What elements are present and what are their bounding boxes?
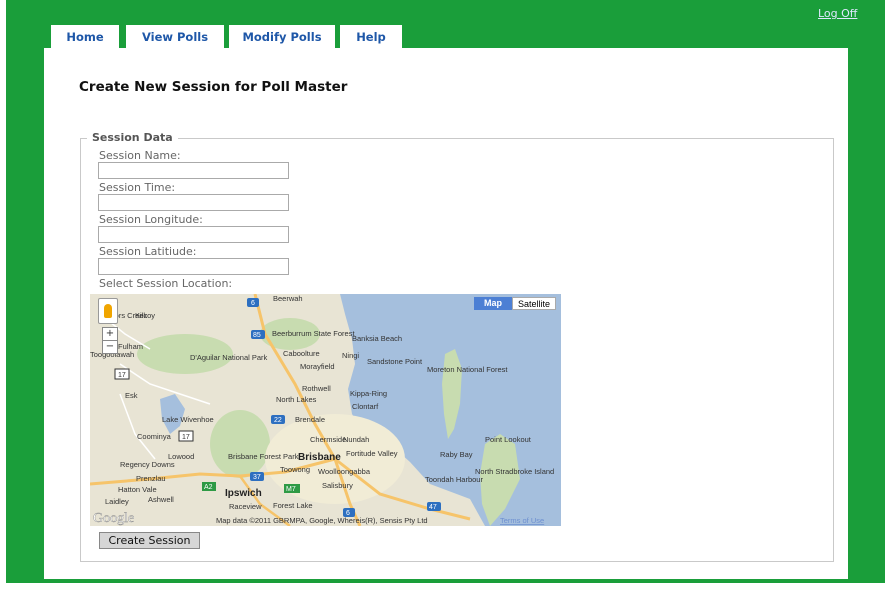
tab-view-polls[interactable]: View Polls bbox=[126, 25, 224, 48]
map-label: Laidley bbox=[105, 497, 129, 506]
route-shield-85: 85 bbox=[251, 330, 265, 339]
lake-wivenhoe bbox=[160, 394, 185, 434]
map-label: Ashwell bbox=[148, 495, 174, 504]
svg-text:22: 22 bbox=[274, 417, 282, 424]
brisbane-forest-park bbox=[210, 410, 270, 478]
map-label: Clontarf bbox=[352, 402, 379, 411]
map-label: Esk bbox=[125, 391, 138, 400]
map-label: Beerwah bbox=[273, 294, 303, 303]
map-label: North Lakes bbox=[276, 395, 317, 404]
logoff-link[interactable]: Log Off bbox=[818, 7, 857, 20]
map-label: Raceview bbox=[229, 502, 262, 511]
svg-text:M7: M7 bbox=[286, 486, 296, 493]
svg-text:17: 17 bbox=[182, 434, 190, 441]
map-attribution: Map data ©2011 GBRMPA, Google, Whereis(R… bbox=[216, 516, 428, 525]
map-label: Kilcoy bbox=[135, 311, 155, 320]
map-label: Prenzlau bbox=[136, 474, 166, 483]
map-label: Point Lookout bbox=[485, 435, 532, 444]
map-label: Beerburrum State Forest bbox=[272, 329, 355, 338]
route-shield-a2: A2 bbox=[202, 482, 216, 491]
map-label-brisbane: Brisbane bbox=[298, 452, 341, 463]
map-label: Kippa-Ring bbox=[350, 389, 387, 398]
map-label: Nundah bbox=[343, 435, 369, 444]
session-data-legend: Session Data bbox=[87, 131, 178, 144]
tab-modify-polls[interactable]: Modify Polls bbox=[229, 25, 335, 48]
svg-text:A2: A2 bbox=[204, 484, 213, 491]
terms-of-use-link[interactable]: Terms of Use bbox=[500, 516, 544, 525]
google-logo: Google bbox=[93, 511, 134, 526]
map-canvas: Beerwah Gregors Creek Kilcoy Fulham Toog… bbox=[90, 294, 561, 526]
map-label: Regency Downs bbox=[120, 460, 175, 469]
map-label: Brisbane Forest Park bbox=[228, 452, 299, 461]
map-label: Toowong bbox=[280, 465, 310, 474]
route-shield-17-a: 17 bbox=[114, 368, 130, 380]
route-shield-6: 6 bbox=[247, 298, 259, 307]
map-label: North Stradbroke Island bbox=[475, 467, 554, 476]
session-longitude-input[interactable] bbox=[98, 226, 289, 243]
route-shield-m7: M7 bbox=[284, 484, 300, 493]
route-shield-37: 37 bbox=[250, 472, 264, 481]
route-shield-47: 47 bbox=[427, 502, 441, 511]
map-label: Lake Wivenhoe bbox=[162, 415, 214, 424]
session-name-label: Session Name: bbox=[99, 149, 181, 162]
map-label: Forest Lake bbox=[273, 501, 313, 510]
route-shield-17-b: 17 bbox=[178, 430, 194, 442]
page-title: Create New Session for Poll Master bbox=[79, 79, 348, 95]
map-label: Banksia Beach bbox=[352, 334, 402, 343]
map-label: Rothwell bbox=[302, 384, 331, 393]
session-time-label: Session Time: bbox=[99, 181, 176, 194]
svg-text:37: 37 bbox=[253, 474, 261, 481]
zoom-in-button[interactable]: + bbox=[102, 327, 118, 341]
street-view-pegman-icon[interactable] bbox=[98, 298, 118, 324]
page: Log Off Home View Polls Modify Polls Hel… bbox=[0, 0, 891, 592]
map-label: Hatton Vale bbox=[118, 485, 157, 494]
map-label: Brendale bbox=[295, 415, 325, 424]
map-label: Salisbury bbox=[322, 481, 353, 490]
svg-text:6: 6 bbox=[251, 300, 255, 307]
map-label: Woolloongabba bbox=[318, 467, 371, 476]
map-label-ipswich: Ipswich bbox=[225, 488, 262, 499]
map-label: Ningi bbox=[342, 351, 359, 360]
map-type-satellite-button[interactable]: Satellite bbox=[512, 297, 556, 310]
map-label: Moreton National Forest bbox=[427, 365, 508, 374]
tab-home[interactable]: Home bbox=[51, 25, 119, 48]
map-label: Coominya bbox=[137, 432, 172, 441]
session-longitude-label: Session Longitude: bbox=[99, 213, 203, 226]
session-name-input[interactable] bbox=[98, 162, 289, 179]
svg-text:47: 47 bbox=[429, 504, 437, 511]
tab-help[interactable]: Help bbox=[340, 25, 402, 48]
map-label: D'Aguilar National Park bbox=[190, 353, 268, 362]
session-time-input[interactable] bbox=[98, 194, 289, 211]
map-label: Sandstone Point bbox=[367, 357, 423, 366]
create-session-button[interactable]: Create Session bbox=[99, 532, 200, 549]
svg-text:17: 17 bbox=[118, 372, 126, 379]
minor-road-3 bbox=[119, 393, 156, 460]
session-latitude-input[interactable] bbox=[98, 258, 289, 275]
map-label: Caboolture bbox=[283, 349, 320, 358]
map-label: Fortitude Valley bbox=[346, 449, 398, 458]
route-shield-22: 22 bbox=[271, 415, 285, 424]
map-label: Raby Bay bbox=[440, 450, 473, 459]
svg-text:85: 85 bbox=[253, 332, 261, 339]
map-label: Toondah Harbour bbox=[425, 475, 483, 484]
session-location-map[interactable]: Beerwah Gregors Creek Kilcoy Fulham Toog… bbox=[90, 294, 561, 526]
map-type-map-button[interactable]: Map bbox=[474, 297, 512, 310]
zoom-out-button[interactable]: − bbox=[102, 340, 118, 354]
session-latitude-label: Session Latitiude: bbox=[99, 245, 197, 258]
map-label: Morayfield bbox=[300, 362, 335, 371]
session-location-label: Select Session Location: bbox=[99, 277, 233, 290]
map-label: Chermside bbox=[310, 435, 346, 444]
